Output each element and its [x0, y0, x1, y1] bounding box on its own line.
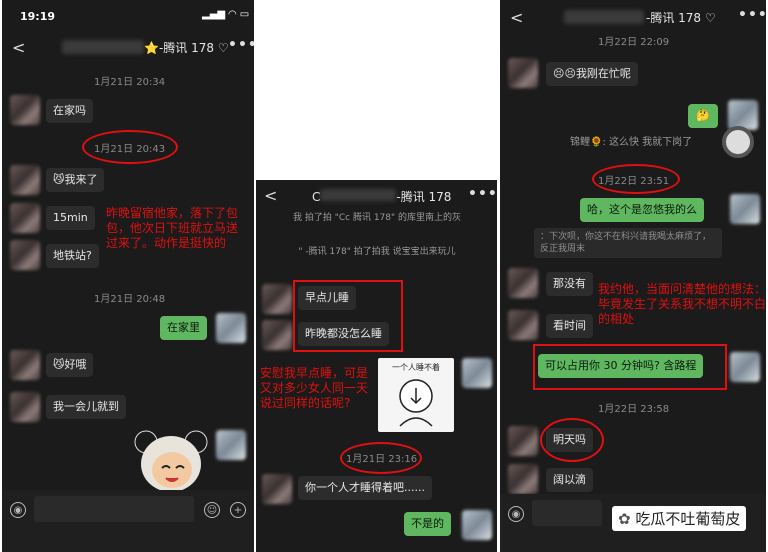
annotation-text: 我约他，当面问清楚他的想法：毕竟发生了关系我不想不明不白的相处	[598, 282, 766, 326]
message-bubble-sent: 哈，这个是忽悠我的么	[580, 198, 704, 222]
message-bubble: 15min	[46, 206, 95, 230]
avatar[interactable]	[262, 284, 292, 314]
chat-screenshot-3: < -腾讯 178 ♡ ••• 1月22日 22:09 😣😣我刚在忙呢 🤔 锦鲤…	[500, 0, 766, 552]
status-icons: ▂▄▆ ◠ ▭	[202, 9, 250, 20]
avatar-self[interactable]	[462, 510, 492, 540]
message-input[interactable]	[34, 496, 194, 522]
highlight-box	[293, 280, 403, 352]
timestamp: 1月21日 20:34	[94, 77, 166, 88]
system-pat-message: " -腾讯 178" 拍了拍我 说宝宝出来玩儿	[298, 247, 456, 257]
avatar-self[interactable]	[216, 313, 246, 343]
message-bubble: 看时间	[546, 314, 593, 338]
avatar[interactable]	[508, 58, 538, 88]
message-bubble-sent: 在家里	[160, 316, 207, 340]
timestamp: 1月21日 20:43	[94, 144, 166, 155]
message-bubble-sent: 不是的	[404, 512, 451, 536]
avatar[interactable]	[508, 464, 538, 494]
watermark: ✿ 吃瓜不吐葡萄皮	[612, 506, 747, 531]
avatar[interactable]	[10, 240, 40, 270]
timestamp: 1月22日 22:09	[598, 37, 670, 48]
avatar-self[interactable]	[728, 100, 758, 130]
timestamp: 1月21日 20:48	[94, 294, 166, 305]
chat-title: C -腾讯 178	[312, 190, 452, 204]
chat-title: ⭐-腾讯 178 ♡	[144, 41, 229, 55]
avatar[interactable]	[508, 310, 538, 340]
timestamp: 1月22日 23:51	[598, 176, 670, 187]
status-time: 19:19	[20, 10, 56, 23]
sticker-image: 一个人睡不着	[378, 358, 454, 432]
avatar[interactable]	[10, 350, 40, 380]
annotation-text: 昨晚留宿他家，落下了包包，他次日下班就立马送过来了。动作是挺快的	[106, 206, 239, 250]
timestamp: 1月21日 23:16	[346, 454, 418, 465]
chat-title: -腾讯 178 ♡	[646, 11, 716, 25]
more-icon[interactable]: •••	[468, 186, 497, 202]
record-button[interactable]	[722, 126, 754, 158]
message-input[interactable]	[532, 500, 602, 526]
input-bar: ◉ ☺ +	[2, 490, 254, 552]
panda-sticker	[134, 430, 208, 492]
message-bubble: 你一个人才睡得着吧......	[298, 476, 432, 500]
wechat-icon: ✿	[618, 510, 631, 528]
back-icon[interactable]: <	[510, 8, 523, 27]
message-bubble: 在家吗	[46, 99, 93, 123]
chat-screenshot-2: < C -腾讯 178 ••• 我 拍了拍 "Cc 腾讯 178" 的库里南上的灰…	[256, 180, 497, 552]
timestamp: 1月22日 23:58	[598, 404, 670, 415]
avatar[interactable]	[10, 392, 40, 422]
chat-screenshot-1: 19:19 ▂▄▆ ◠ ▭ < ⭐-腾讯 178 ♡ ••• 1月21日 20:…	[2, 0, 254, 552]
avatar-self[interactable]	[730, 352, 760, 382]
avatar-self[interactable]	[462, 358, 492, 388]
avatar[interactable]	[508, 426, 538, 456]
plus-icon[interactable]: +	[230, 502, 246, 518]
message-bubble: 阔以滴	[546, 468, 593, 492]
avatar-self[interactable]	[730, 194, 760, 224]
avatar[interactable]	[508, 268, 538, 298]
message-bubble: 😣😣我刚在忙呢	[546, 62, 638, 86]
annotation-text: 安慰我早点睡，可是又对多少女人同一天说过同样的话呢?	[260, 366, 369, 410]
back-icon[interactable]: <	[12, 38, 25, 57]
avatar-self[interactable]	[216, 430, 246, 460]
voice-icon[interactable]: ◉	[10, 502, 26, 518]
message-bubble: 我一会儿就到	[46, 395, 126, 419]
avatar[interactable]	[10, 165, 40, 195]
avatar[interactable]	[10, 203, 40, 233]
message-bubble-sent: 可以占用你 30 分钟吗? 含路程	[538, 354, 704, 378]
more-icon[interactable]: •••	[228, 37, 254, 53]
avatar[interactable]	[10, 95, 40, 125]
voice-icon[interactable]: ◉	[508, 506, 524, 522]
message-bubble: 😼我来了	[46, 168, 105, 192]
system-pat-message: 我 拍了拍 "Cc 腾讯 178" 的库里南上的灰	[293, 213, 461, 223]
sticker-caption: 一个人睡不着	[392, 363, 440, 372]
system-note: 锦鲤🌻: 这么快 我就下岗了	[570, 137, 693, 148]
back-icon[interactable]: <	[264, 186, 277, 205]
contact-name-blur	[564, 10, 644, 24]
message-bubble: 😼好哦	[46, 353, 94, 377]
message-bubble-sent-emoji: 🤔	[688, 104, 718, 128]
more-icon[interactable]: •••	[738, 7, 766, 23]
avatar[interactable]	[262, 474, 292, 504]
message-bubble: 那没有	[546, 272, 593, 296]
avatar[interactable]	[262, 320, 292, 350]
message-bubble: 地铁站?	[46, 244, 99, 268]
message-bubble: 明天吗	[546, 428, 593, 452]
quoted-reply: ：下次呗，你这不在科兴请我喝太麻烦了，反正我周末	[534, 228, 722, 258]
contact-name-blur	[62, 40, 144, 54]
emoji-icon[interactable]: ☺	[204, 502, 220, 518]
